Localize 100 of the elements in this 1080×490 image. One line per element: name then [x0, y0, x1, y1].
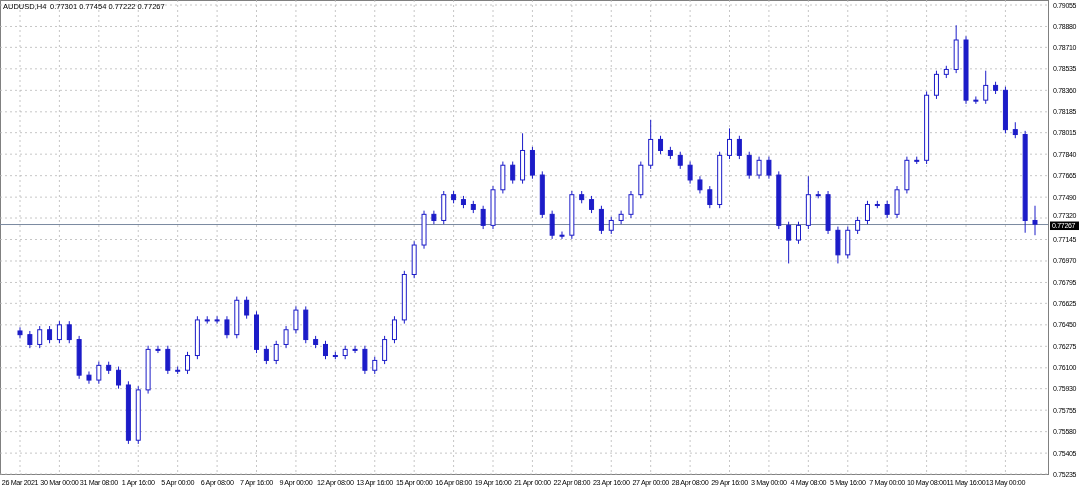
candlestick — [254, 310, 259, 354]
candlestick — [835, 226, 841, 264]
candlestick — [687, 161, 693, 185]
candlestick — [76, 335, 82, 380]
candlestick — [470, 200, 476, 214]
candlestick — [796, 221, 801, 245]
candlestick — [529, 146, 535, 180]
candlestick — [1012, 121, 1018, 139]
candlestick — [96, 361, 102, 385]
candlestick — [273, 340, 279, 365]
candlestick — [865, 200, 870, 225]
candlestick — [914, 156, 920, 165]
candlestick — [372, 356, 378, 375]
candlestick — [510, 161, 516, 185]
candlestick — [362, 345, 368, 375]
candlestick — [805, 175, 811, 230]
candlestick — [175, 366, 181, 375]
candlestick — [332, 351, 338, 360]
candlestick — [815, 190, 821, 199]
candlestick — [825, 190, 831, 235]
candlestick — [480, 205, 486, 230]
candlestick — [746, 151, 752, 180]
candlestick — [431, 210, 437, 225]
candlestick — [125, 380, 131, 445]
candlestick — [579, 190, 585, 204]
candlestick — [293, 305, 299, 334]
candlestick — [27, 330, 33, 349]
candlestick — [628, 190, 634, 219]
candlestick — [37, 325, 43, 349]
candlestick — [756, 156, 762, 180]
candlestick — [894, 185, 900, 219]
candlestick — [47, 325, 53, 344]
candlestick — [539, 170, 545, 219]
candlestick — [56, 320, 62, 344]
candlestick — [1002, 86, 1008, 134]
candlestick — [391, 315, 397, 344]
candlestick — [904, 156, 910, 194]
candlestick — [549, 210, 555, 240]
candlestick — [727, 127, 732, 160]
candlestick — [352, 345, 358, 354]
candlestick — [963, 35, 969, 105]
candlestick — [618, 210, 624, 225]
candlestick — [766, 156, 772, 180]
candlestick — [677, 151, 683, 170]
candlestick — [500, 161, 506, 194]
candlestick — [490, 185, 496, 230]
candlestick — [736, 135, 742, 160]
candlestick — [953, 24, 959, 74]
candlestick — [451, 190, 457, 204]
candlestick — [145, 345, 151, 395]
candlestick — [303, 305, 309, 344]
candlestick — [786, 221, 792, 264]
candlestick — [776, 170, 782, 230]
candlestick — [17, 326, 23, 339]
candlestick — [983, 70, 989, 105]
candlestick — [973, 95, 979, 105]
candlestick — [638, 161, 644, 199]
candlestick — [845, 226, 851, 260]
candlestick — [382, 335, 388, 365]
candlestick — [234, 296, 240, 339]
candlestick — [667, 146, 673, 160]
candlestick — [224, 315, 230, 339]
candlestick — [185, 351, 190, 375]
candlestick — [884, 200, 890, 219]
candlestick — [441, 190, 447, 225]
candlestick — [648, 119, 654, 170]
candlestick — [707, 185, 713, 209]
candlestick — [342, 345, 348, 360]
candlestick — [520, 132, 526, 185]
candlestick — [658, 135, 664, 155]
candlestick — [608, 216, 614, 235]
candlestick — [86, 371, 92, 385]
candlestick — [598, 205, 604, 235]
candlestick — [933, 70, 939, 100]
candlestick — [421, 210, 427, 250]
candlestick — [697, 175, 703, 194]
candlestick — [204, 315, 210, 325]
candlestick — [165, 345, 171, 375]
candlestick — [283, 325, 289, 349]
candlestick — [106, 361, 112, 375]
candlestick — [411, 240, 417, 279]
candlestick — [244, 296, 250, 320]
candlestick — [855, 216, 861, 235]
candlestick — [943, 65, 949, 79]
candlestick — [569, 190, 575, 240]
candlestick — [313, 335, 319, 349]
candlestick — [263, 345, 269, 365]
candlestick — [717, 151, 723, 209]
candlestick — [323, 340, 328, 360]
candlestick — [1032, 205, 1038, 236]
candlestick — [589, 195, 595, 214]
candlestick — [874, 200, 880, 209]
candlestick — [214, 315, 220, 325]
candlestick — [116, 366, 122, 390]
candlestick — [993, 81, 999, 95]
candlestick — [194, 315, 200, 360]
candlestick — [460, 195, 466, 209]
candlestick — [135, 385, 141, 445]
candlestick — [401, 270, 407, 325]
candlestick — [66, 320, 72, 344]
